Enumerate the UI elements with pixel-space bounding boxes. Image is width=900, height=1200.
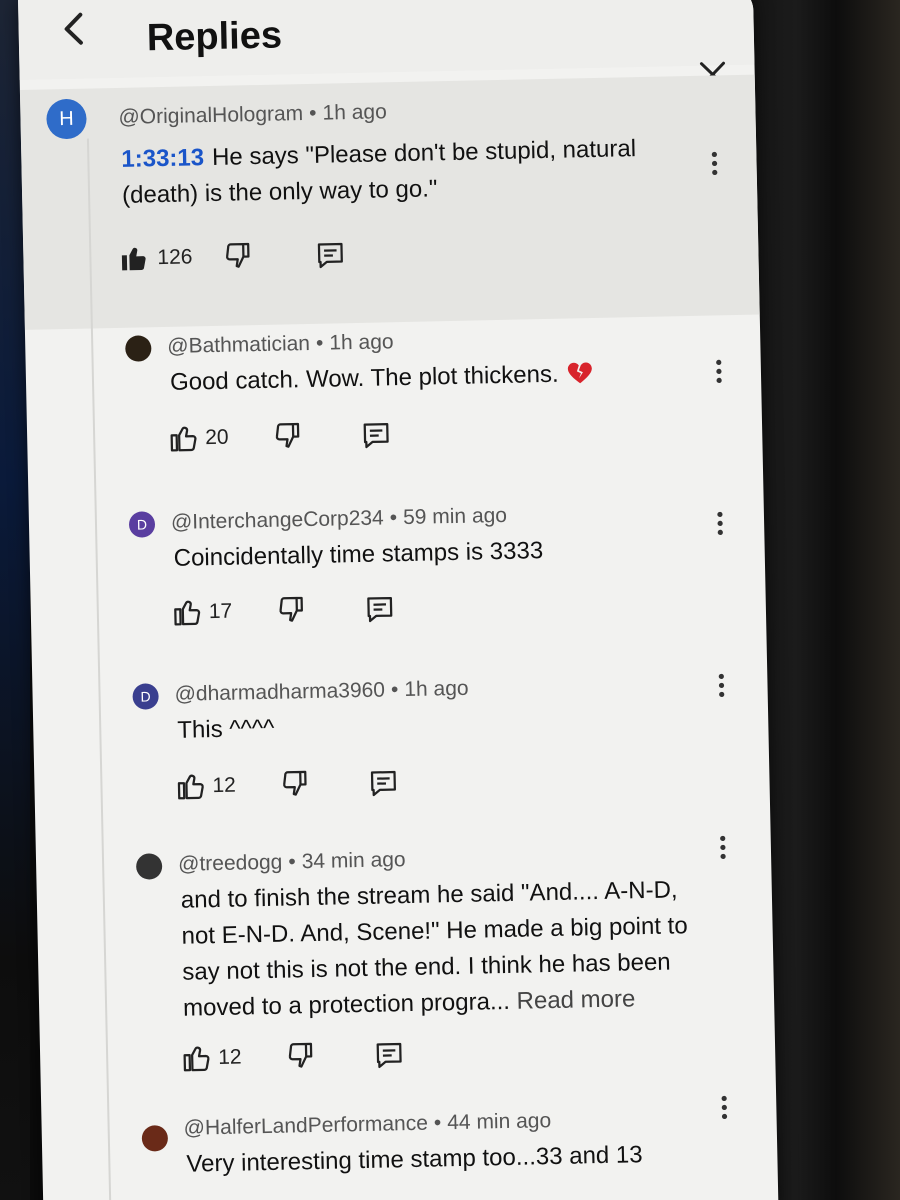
author-name[interactable]: @OriginalHologram <box>118 102 303 129</box>
photo-stage: Replies H @OriginalHologram • 1h ago 1:33:… <box>0 0 900 1200</box>
broken-heart-icon <box>567 362 592 384</box>
comment-actions: 17 <box>173 591 474 637</box>
avatar[interactable]: D <box>132 683 159 710</box>
reply-comment: D @InterchangeCorp234 • 59 min ago Coincid… <box>29 498 764 626</box>
thumbs-down-icon[interactable] <box>273 420 304 451</box>
comment-time: 59 min ago <box>402 503 508 530</box>
thumbs-up-icon[interactable] <box>176 770 207 801</box>
more-vert-icon[interactable] <box>714 671 729 699</box>
comment-text: Good catch. Wow. The plot thickens. <box>170 354 691 401</box>
comment-text: Very interesting time stamp too...33 and… <box>186 1136 707 1183</box>
like-count: 126 <box>157 245 193 270</box>
reply-comment: D @dharmadharma3960 • 1h ago This ^^^^ 12 <box>32 670 767 800</box>
reply-icon[interactable] <box>365 594 396 625</box>
read-more-link[interactable]: Read more <box>516 985 635 1014</box>
author-name[interactable]: @dharmadharma3960 <box>174 678 385 705</box>
comment-time: 44 min ago <box>447 1109 552 1135</box>
comment-body: Very interesting time stamp too...33 and… <box>186 1141 643 1178</box>
comment-actions: 126 <box>119 237 420 283</box>
avatar-letter: D <box>136 516 148 533</box>
thumbs-down-icon[interactable] <box>277 594 308 625</box>
comment-meta: @HalferLandPerformance • 44 min ago <box>183 1109 552 1140</box>
comment-text: This ^^^^ <box>177 702 698 749</box>
comment-time: 1h ago <box>404 676 469 702</box>
comment-actions: 12 <box>176 765 477 811</box>
thumbs-up-icon[interactable] <box>173 596 204 627</box>
author-name[interactable]: @Bathmatician <box>167 332 310 358</box>
reply-icon[interactable] <box>361 420 392 451</box>
chevron-left-icon[interactable] <box>58 9 89 50</box>
comment-time: 1h ago <box>322 100 387 125</box>
more-vert-icon[interactable] <box>716 833 731 861</box>
avatar[interactable] <box>125 335 152 362</box>
avatar-letter: D <box>140 688 151 705</box>
comment-body: Good catch. Wow. The plot thickens. <box>169 360 559 396</box>
comment-actions: 12 <box>182 1037 483 1083</box>
more-vert-icon[interactable] <box>717 1093 732 1121</box>
reply-icon[interactable] <box>315 240 346 271</box>
more-vert-icon[interactable] <box>712 357 727 385</box>
author-name[interactable]: @InterchangeCorp234 <box>171 506 384 533</box>
thumbs-up-icon[interactable] <box>169 422 200 453</box>
thumbs-up-icon[interactable] <box>182 1042 213 1073</box>
more-vert-icon[interactable] <box>707 149 722 177</box>
comment-text: and to finish the stream he said "And...… <box>181 872 709 1027</box>
replies-header: Replies <box>18 0 755 80</box>
avatar-letter: H <box>59 107 74 131</box>
replies-panel: Replies H @OriginalHologram • 1h ago 1:33:… <box>18 0 779 1200</box>
reply-comment: @HalferLandPerformance • 44 min ago Very i… <box>41 1095 776 1178</box>
comment-actions: 20 <box>169 417 470 463</box>
comment-text: 1:33:13 He says "Please don't be stupid, … <box>121 130 702 214</box>
reply-icon[interactable] <box>374 1040 405 1071</box>
like-count: 12 <box>217 1045 242 1070</box>
comment-text: Coincidentally time stamps is 3333 <box>173 530 694 577</box>
more-vert-icon[interactable] <box>713 509 728 537</box>
author-name[interactable]: @HalferLandPerformance <box>183 1112 428 1140</box>
author-name[interactable]: @treedogg <box>178 851 283 876</box>
comment-body: Coincidentally time stamps is 3333 <box>173 537 544 572</box>
comment-meta: @Bathmatician • 1h ago <box>167 330 394 358</box>
avatar[interactable] <box>141 1125 169 1152</box>
avatar[interactable] <box>135 853 163 880</box>
reply-icon[interactable] <box>368 768 399 799</box>
comment-time: 1h ago <box>329 330 394 355</box>
page-title: Replies <box>146 14 283 60</box>
timestamp-link[interactable]: 1:33:13 <box>121 144 204 173</box>
like-count: 20 <box>204 425 229 450</box>
thumbs-down-icon[interactable] <box>280 768 311 799</box>
thumbs-down-icon[interactable] <box>286 1040 317 1071</box>
thumbs-down-icon[interactable] <box>223 240 254 271</box>
thumbs-up-icon[interactable] <box>119 242 150 273</box>
comment-meta: @InterchangeCorp234 • 59 min ago <box>170 503 508 534</box>
reply-comment: @treedogg • 34 min ago and to finish the s… <box>36 835 771 1072</box>
like-count: 17 <box>208 599 233 624</box>
comment-body: This ^^^^ <box>177 714 275 744</box>
comment-meta: @treedogg • 34 min ago <box>177 848 406 876</box>
comment-meta: @dharmadharma3960 • 1h ago <box>174 676 469 706</box>
avatar[interactable]: D <box>128 511 156 538</box>
like-count: 12 <box>212 773 237 798</box>
comment-time: 34 min ago <box>301 848 406 874</box>
